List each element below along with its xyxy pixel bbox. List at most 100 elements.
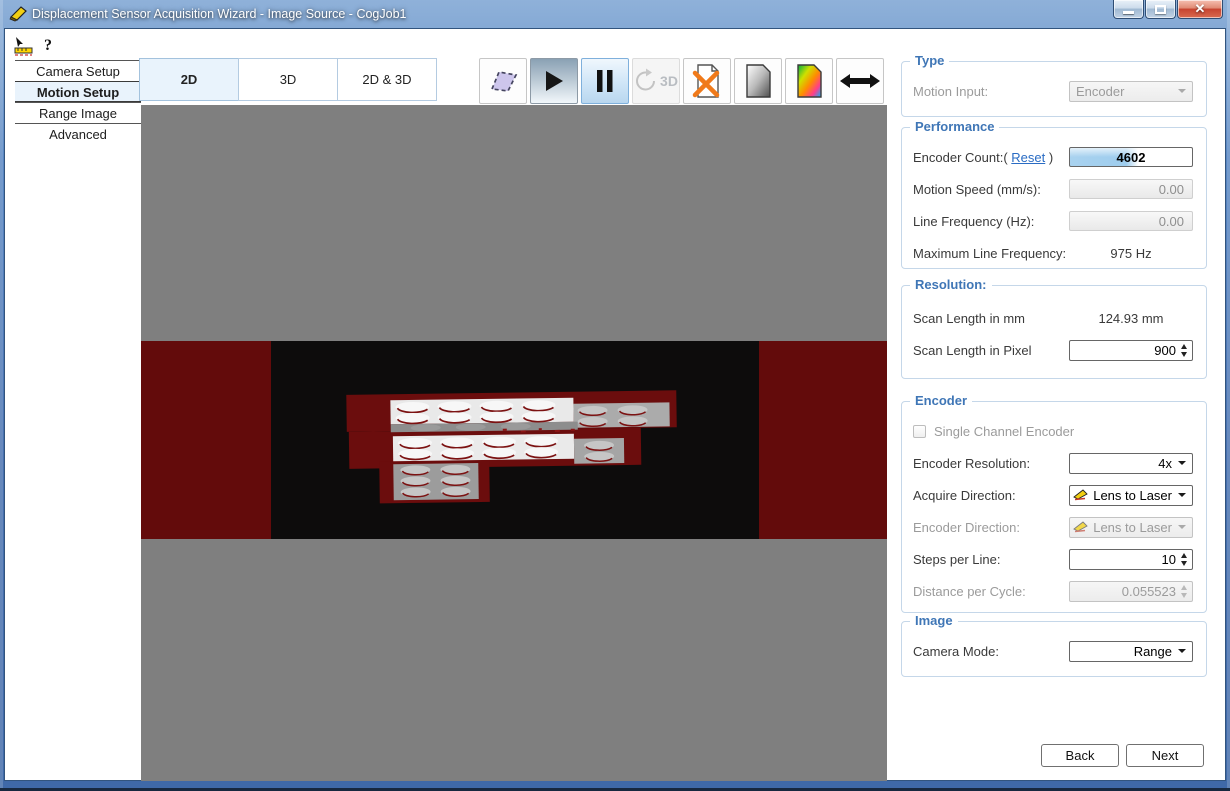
sidebar-item-camera-setup[interactable]: Camera Setup <box>15 60 141 81</box>
scan-length-px-stepper[interactable]: 900 <box>1069 340 1193 361</box>
refresh-3d-icon <box>634 68 658 94</box>
group-performance-title: Performance <box>910 119 999 134</box>
maximize-icon <box>1155 5 1166 14</box>
refresh-3d-label: 3D <box>660 73 678 89</box>
region-select-icon <box>485 66 521 96</box>
scan-length-px-value: 900 <box>1154 343 1176 358</box>
encoder-direction-dropdown: Lens to Laser <box>1069 517 1193 538</box>
view-mode-tabs: 2D 3D 2D & 3D <box>140 58 437 101</box>
stepper-down-icon[interactable] <box>1181 352 1187 357</box>
reset-link[interactable]: Reset <box>1011 150 1045 165</box>
tab-3d[interactable]: 3D <box>238 58 338 101</box>
steps-per-line-label: Steps per Line: <box>913 552 1000 567</box>
chevron-down-icon <box>1178 649 1186 653</box>
sidebar-item-advanced[interactable]: Advanced <box>15 123 141 144</box>
scan-length-px-label: Scan Length in Pixel <box>913 343 1032 358</box>
grayscale-colormap-icon <box>743 63 773 99</box>
motion-speed-field: 0.00 <box>1069 179 1193 199</box>
acquire-direction-label: Acquire Direction: <box>913 488 1016 503</box>
single-channel-label: Single Channel Encoder <box>934 424 1074 439</box>
measure-tool-icon[interactable] <box>13 36 35 56</box>
tab-2d[interactable]: 2D <box>139 58 239 101</box>
play-button[interactable] <box>530 58 578 104</box>
motion-input-label: Motion Input: <box>913 84 988 99</box>
motion-input-dropdown: Encoder <box>1069 81 1193 102</box>
app-icon <box>9 5 29 23</box>
single-channel-checkbox <box>913 425 926 438</box>
camera-mode-dropdown[interactable]: Range <box>1069 641 1193 662</box>
rainbow-colormap-icon <box>794 63 824 99</box>
help-icon[interactable]: ? <box>44 37 52 55</box>
sidebar-item-motion-setup[interactable]: Motion Setup <box>15 81 141 102</box>
pause-button[interactable] <box>581 58 629 104</box>
window-title: Displacement Sensor Acquisition Wizard -… <box>32 0 406 28</box>
stepper-up-icon[interactable] <box>1181 344 1187 349</box>
scan-image <box>141 105 887 781</box>
steps-per-line-stepper[interactable]: 10 <box>1069 549 1193 570</box>
line-frequency-label: Line Frequency (Hz): <box>913 214 1034 229</box>
encoder-resolution-dropdown[interactable]: 4x <box>1069 453 1193 474</box>
acquire-direction-dropdown[interactable]: Lens to Laser <box>1069 485 1193 506</box>
scan-length-mm-label: Scan Length in mm <box>913 311 1025 326</box>
group-resolution: Resolution: Scan Length in mm 124.93 mm … <box>901 285 1207 379</box>
distance-per-cycle-stepper: 0.055523 <box>1069 581 1193 602</box>
next-button[interactable]: Next <box>1126 744 1204 767</box>
distance-per-cycle-label: Distance per Cycle: <box>913 584 1026 599</box>
encoder-resolution-value: 4x <box>1158 456 1172 471</box>
chevron-down-icon <box>1178 89 1186 93</box>
group-image-title: Image <box>910 613 958 628</box>
group-type: Type Motion Input: Encoder <box>901 61 1207 117</box>
acquisition-toolbar: 3D <box>479 58 884 104</box>
distance-per-cycle-value: 0.055523 <box>1122 584 1176 599</box>
max-line-frequency-label: Maximum Line Frequency: <box>913 246 1066 261</box>
motion-speed-label: Motion Speed (mm/s): <box>913 182 1041 197</box>
scan-length-mm-value: 124.93 mm <box>1069 311 1193 326</box>
tab-2d-and-3d[interactable]: 2D & 3D <box>337 58 437 101</box>
chevron-down-icon <box>1178 461 1186 465</box>
grayscale-colormap-button[interactable] <box>734 58 782 104</box>
encoder-count-label: Encoder Count:( Reset ) <box>913 150 1053 165</box>
no-colormap-button[interactable] <box>683 58 731 104</box>
refresh-3d-button: 3D <box>632 58 680 104</box>
line-frequency-field: 0.00 <box>1069 211 1193 231</box>
scan-viewer <box>141 105 887 781</box>
group-performance: Performance Encoder Count:( Reset ) 4602… <box>901 127 1207 269</box>
maximize-button[interactable] <box>1145 0 1176 19</box>
client-area: ? Camera Setup Motion Setup Range Image … <box>4 28 1226 781</box>
acquire-direction-value: Lens to Laser <box>1093 488 1172 503</box>
encoder-direction-value: Lens to Laser <box>1093 520 1172 535</box>
region-select-button[interactable] <box>479 58 527 104</box>
sensor-direction-icon <box>1073 489 1089 501</box>
chevron-down-icon <box>1178 525 1186 529</box>
play-icon <box>543 69 565 93</box>
stepper-down-icon[interactable] <box>1181 561 1187 566</box>
steps-per-line-value: 10 <box>1162 552 1176 567</box>
group-resolution-title: Resolution: <box>910 277 992 292</box>
encoder-count-field[interactable]: 4602 <box>1069 147 1193 167</box>
stepper-down-icon <box>1181 593 1187 598</box>
rainbow-colormap-button[interactable] <box>785 58 833 104</box>
group-encoder: Encoder Single Channel Encoder Encoder R… <box>901 401 1207 613</box>
wizard-steps-nav: Camera Setup Motion Setup Range Image Ad… <box>15 60 141 144</box>
sensor-direction-icon <box>1073 521 1089 533</box>
motion-input-value: Encoder <box>1070 84 1124 99</box>
sidebar-item-range-image[interactable]: Range Image <box>15 102 141 123</box>
close-button[interactable]: ✕ <box>1177 0 1223 19</box>
close-icon: ✕ <box>1195 1 1206 17</box>
group-image: Image Camera Mode: Range <box>901 621 1207 677</box>
title-bar[interactable]: Displacement Sensor Acquisition Wizard -… <box>0 0 1230 28</box>
fit-width-button[interactable] <box>836 58 884 104</box>
back-button[interactable]: Back <box>1041 744 1119 767</box>
fit-width-icon <box>839 72 881 90</box>
minimize-button[interactable] <box>1113 0 1144 19</box>
group-type-title: Type <box>910 53 949 68</box>
stepper-up-icon[interactable] <box>1181 553 1187 558</box>
encoder-direction-label: Encoder Direction: <box>913 520 1020 535</box>
minimize-icon <box>1123 11 1134 14</box>
max-line-frequency-value: 975 Hz <box>1069 246 1193 261</box>
camera-mode-label: Camera Mode: <box>913 644 999 659</box>
encoder-resolution-label: Encoder Resolution: <box>913 456 1030 471</box>
camera-mode-value: Range <box>1134 644 1172 659</box>
pause-icon <box>595 69 615 93</box>
chevron-down-icon <box>1178 493 1186 497</box>
